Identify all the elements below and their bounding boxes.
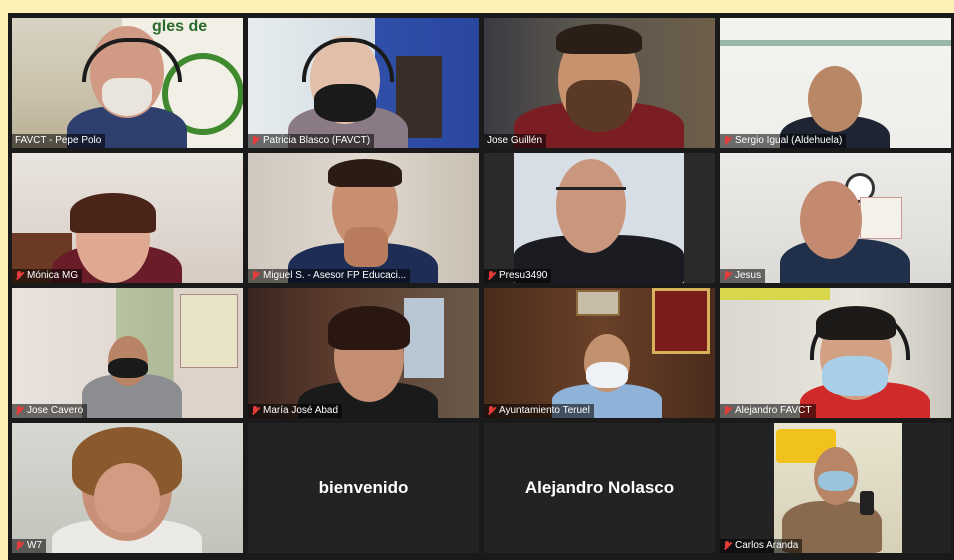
muted-microphone-icon bbox=[251, 136, 260, 146]
glasses bbox=[556, 177, 626, 190]
muted-microphone-icon bbox=[487, 271, 496, 281]
video-off-tile[interactable]: bienvenido bbox=[248, 423, 479, 553]
wall-stripe bbox=[720, 40, 951, 46]
participant-nameplate: Jose Guillén bbox=[484, 134, 547, 148]
participant-nameplate: Miguel S. - Asesor FP Educaci... bbox=[248, 269, 411, 283]
video-tile[interactable]: Miguel S. - Asesor FP Educaci... bbox=[248, 153, 479, 283]
video-off-tile[interactable]: Alejandro Nolasco bbox=[484, 423, 715, 553]
participant-nameplate: Carlos Aranda bbox=[720, 539, 803, 553]
muted-microphone-icon bbox=[15, 271, 24, 281]
video-tile[interactable]: Sergio Igual (Aldehuela) bbox=[720, 18, 951, 148]
participant-nameplate: Sergio Igual (Aldehuela) bbox=[720, 134, 847, 148]
participant-nameplate: Alejandro FAVCT bbox=[720, 404, 816, 418]
participant-nameplate: Jesus bbox=[720, 269, 766, 283]
video-tile[interactable]: María José Abad bbox=[248, 288, 479, 418]
participant-nameplate: W7 bbox=[12, 539, 46, 553]
video-tile[interactable]: Ayuntamiento Teruel bbox=[484, 288, 715, 418]
video-tile[interactable]: Carlos Aranda bbox=[720, 423, 951, 553]
muted-microphone-icon bbox=[723, 541, 732, 551]
shelf bbox=[720, 288, 830, 300]
participant-nameplate: Presu3490 bbox=[484, 269, 552, 283]
muted-microphone-icon bbox=[15, 541, 24, 551]
map-poster bbox=[180, 294, 238, 368]
muted-microphone-icon bbox=[723, 136, 732, 146]
muted-microphone-icon bbox=[723, 271, 732, 281]
participant-nameplate: María José Abad bbox=[248, 404, 343, 418]
microphone bbox=[860, 491, 874, 515]
participant-nameplate: Jose Cavero bbox=[12, 404, 88, 418]
window-corner bbox=[928, 0, 954, 13]
muted-microphone-icon bbox=[723, 406, 732, 416]
calendar bbox=[860, 197, 902, 239]
video-tile[interactable]: gles de FAVCT - Pepe Polo bbox=[12, 18, 243, 148]
participant-display-name: bienvenido bbox=[318, 478, 409, 497]
window bbox=[404, 298, 444, 378]
muted-microphone-icon bbox=[15, 406, 24, 416]
banner-text: gles de bbox=[152, 18, 208, 35]
muted-microphone-icon bbox=[251, 271, 260, 281]
video-tile[interactable]: Jesus bbox=[720, 153, 951, 283]
video-tile[interactable]: Presu3490 bbox=[484, 153, 715, 283]
participant-nameplate: Patricia Blasco (FAVCT) bbox=[248, 134, 375, 148]
muted-microphone-icon bbox=[251, 406, 260, 416]
participant-nameplate: Mónica MG bbox=[12, 269, 83, 283]
muted-microphone-icon bbox=[487, 406, 496, 416]
video-tile[interactable]: Jose Cavero bbox=[12, 288, 243, 418]
video-tile[interactable]: Patricia Blasco (FAVCT) bbox=[248, 18, 479, 148]
tapestry bbox=[652, 288, 710, 354]
framed-picture bbox=[576, 290, 620, 316]
video-tile[interactable]: W7 bbox=[12, 423, 243, 553]
video-tile-active-speaker[interactable]: Jose Guillén bbox=[484, 18, 715, 148]
video-tile[interactable]: Alejandro FAVCT bbox=[720, 288, 951, 418]
participant-grid: gles de FAVCT - Pepe Polo Patricia Blasc… bbox=[12, 18, 951, 553]
participant-nameplate: FAVCT - Pepe Polo bbox=[12, 134, 106, 148]
participant-display-name: Alejandro Nolasco bbox=[524, 478, 675, 497]
participant-nameplate: Ayuntamiento Teruel bbox=[484, 404, 594, 418]
video-tile[interactable]: Mónica MG bbox=[12, 153, 243, 283]
video-gallery: gles de FAVCT - Pepe Polo Patricia Blasc… bbox=[8, 13, 954, 560]
